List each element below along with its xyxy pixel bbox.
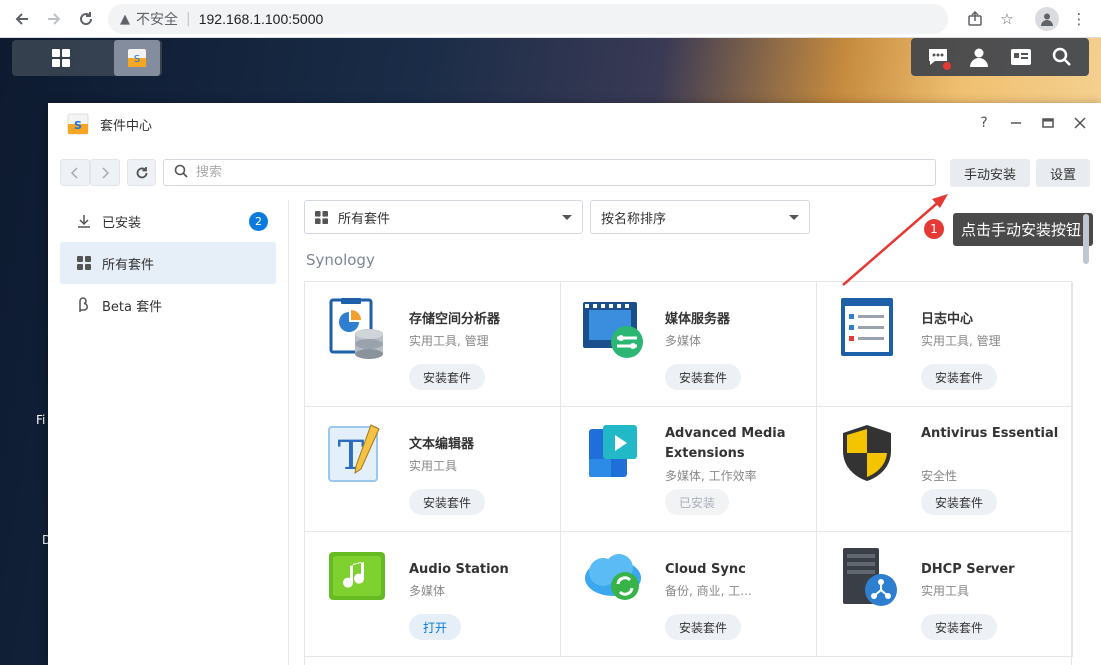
annotation-callout: 点击手动安装按钮 — [953, 213, 1093, 246]
annotation-arrow — [842, 194, 948, 286]
scrollbar-thumb[interactable] — [1083, 214, 1089, 264]
step-number-badge: 1 — [924, 219, 944, 239]
